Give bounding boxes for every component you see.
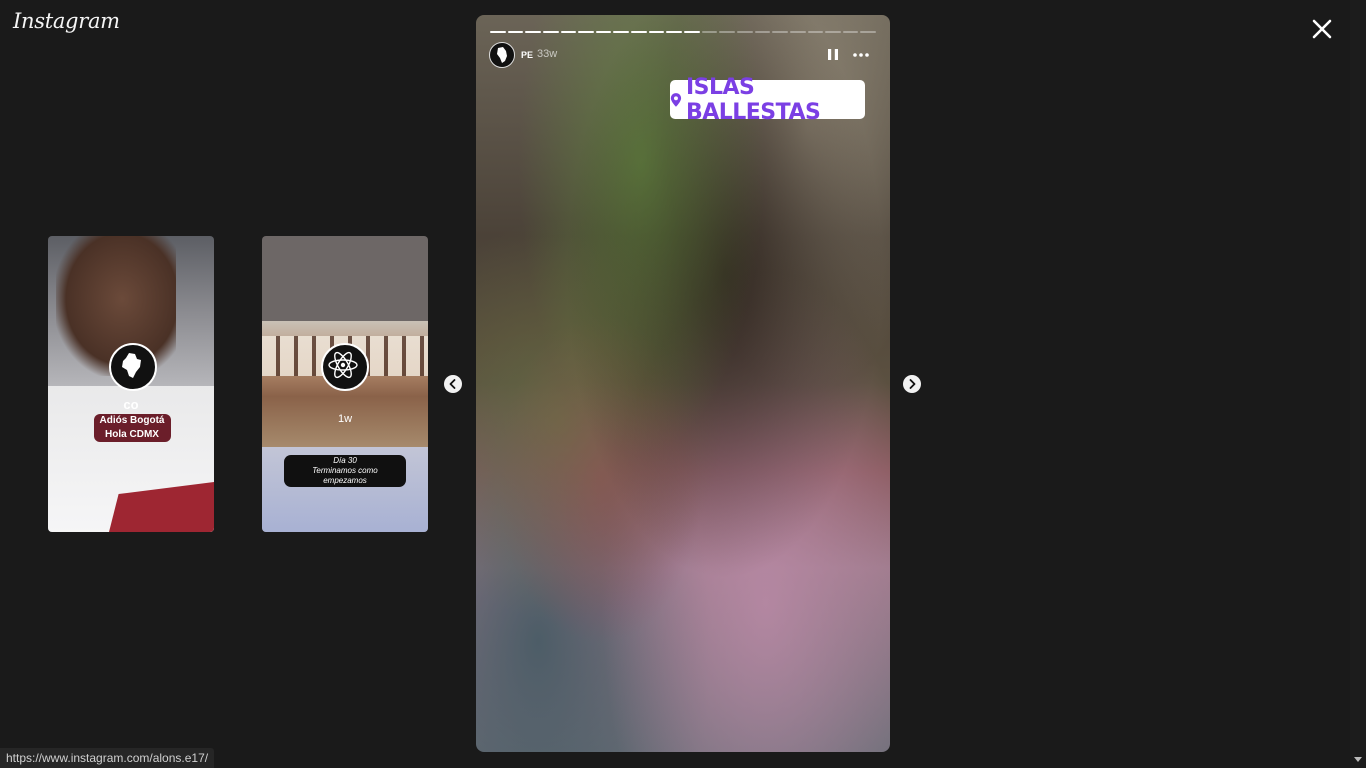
progress-segment xyxy=(560,31,577,33)
location-label: ISLAS BALLESTAS xyxy=(685,74,821,125)
story-preview-card[interactable]: co 6d Adiós Bogotá Hola CDMX xyxy=(48,236,214,532)
progress-segment xyxy=(825,31,841,33)
next-story-button[interactable] xyxy=(903,375,921,393)
progress-segment xyxy=(666,31,683,33)
story-username[interactable]: PE xyxy=(521,50,533,60)
avatar[interactable] xyxy=(489,42,515,68)
progress-segment xyxy=(842,31,859,33)
location-pin-icon xyxy=(670,92,682,107)
progress-segment xyxy=(613,31,630,33)
progress-segment xyxy=(772,31,788,33)
progress-segment xyxy=(648,31,665,33)
card-username: co xyxy=(123,397,139,412)
avatar xyxy=(109,343,157,391)
status-bar-url: https://www.instagram.com/alons.e17/ xyxy=(0,748,215,768)
progress-segment xyxy=(789,31,806,33)
progress-segment xyxy=(719,31,735,33)
instagram-logo[interactable]: Instagram xyxy=(13,9,120,33)
progress-segment xyxy=(525,31,541,33)
progress-segment xyxy=(701,31,718,33)
peru-map-icon xyxy=(497,47,507,63)
progress-segment xyxy=(490,31,506,33)
progress-segment xyxy=(754,31,771,33)
story-viewer: Instagram co 6d Adiós Bogotá Hola CDMX xyxy=(0,0,1366,768)
card-text-sticker: Adiós Bogotá Hola CDMX xyxy=(84,414,180,442)
progress-segment xyxy=(507,31,524,33)
story-preview-card[interactable]: 1w Día 30 Terminamos como empezamos xyxy=(262,236,428,532)
chevron-left-icon xyxy=(449,379,456,389)
progress-segment xyxy=(736,31,753,33)
chevron-right-icon xyxy=(909,379,916,389)
story-media[interactable]: PE 33w ISLAS BALLESTAS xyxy=(476,15,890,752)
scrollbar[interactable] xyxy=(1350,0,1366,768)
story-progress-bar xyxy=(490,31,877,33)
scroll-down-arrow-icon[interactable] xyxy=(1353,756,1363,764)
card-text-sticker: Día 30 Terminamos como empezamos xyxy=(284,455,406,487)
progress-segment xyxy=(578,31,594,33)
progress-segment xyxy=(807,31,824,33)
avatar xyxy=(321,343,369,391)
progress-segment xyxy=(542,31,559,33)
progress-segment xyxy=(860,31,877,33)
atom-icon xyxy=(328,351,358,379)
progress-segment xyxy=(631,31,647,33)
colombia-map-icon xyxy=(122,353,141,378)
close-icon[interactable] xyxy=(1309,16,1335,42)
pause-icon[interactable] xyxy=(827,48,839,61)
card-timestamp: 1w xyxy=(337,413,353,425)
progress-segment xyxy=(595,31,612,33)
progress-segment xyxy=(684,31,700,33)
more-horizontal-icon[interactable] xyxy=(852,49,870,61)
previous-story-button[interactable] xyxy=(444,375,462,393)
location-sticker[interactable]: ISLAS BALLESTAS xyxy=(670,75,865,125)
story-timestamp: 33w xyxy=(537,48,558,60)
